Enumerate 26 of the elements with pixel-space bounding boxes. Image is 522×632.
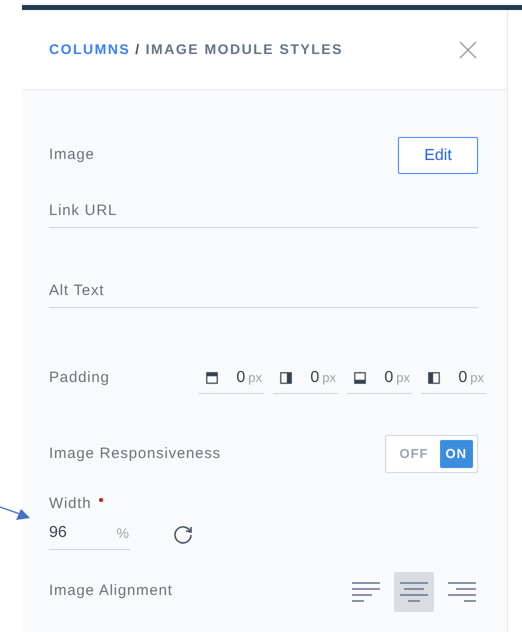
padding-side-icon [427,370,441,384]
padding-side-icon [279,370,293,384]
image-label: Image [49,145,95,166]
padding-field[interactable]: 0 px [347,362,412,394]
padding-field[interactable]: 0 px [421,362,486,394]
align-left-icon [352,580,380,602]
alt-text-field[interactable]: Alt Text [49,274,478,308]
breadcrumb-link[interactable]: COLUMNS [49,39,130,60]
alignment-label: Image Alignment [49,581,173,602]
width-label: Width [49,494,92,514]
padding-field[interactable]: 0 px [273,362,338,394]
padding-side-icon [205,370,219,384]
align-center-icon [400,580,428,602]
padding-label: Padding [49,368,110,388]
edit-button[interactable]: Edit [398,137,478,174]
padding-field[interactable]: 0 px [199,362,264,394]
close-icon[interactable] [459,40,477,58]
link-url-field[interactable]: Link URL [49,194,478,228]
responsiveness-label: Image Responsiveness [49,444,221,464]
width-field[interactable]: 96 % [49,518,130,550]
align-right-icon [448,580,476,602]
padding-side-icon [353,370,367,384]
breadcrumb-separator: / [135,40,141,59]
align-button[interactable] [394,572,434,612]
panel-title: IMAGE MODULE STYLES [146,40,343,59]
annotation-arrow [0,505,32,523]
